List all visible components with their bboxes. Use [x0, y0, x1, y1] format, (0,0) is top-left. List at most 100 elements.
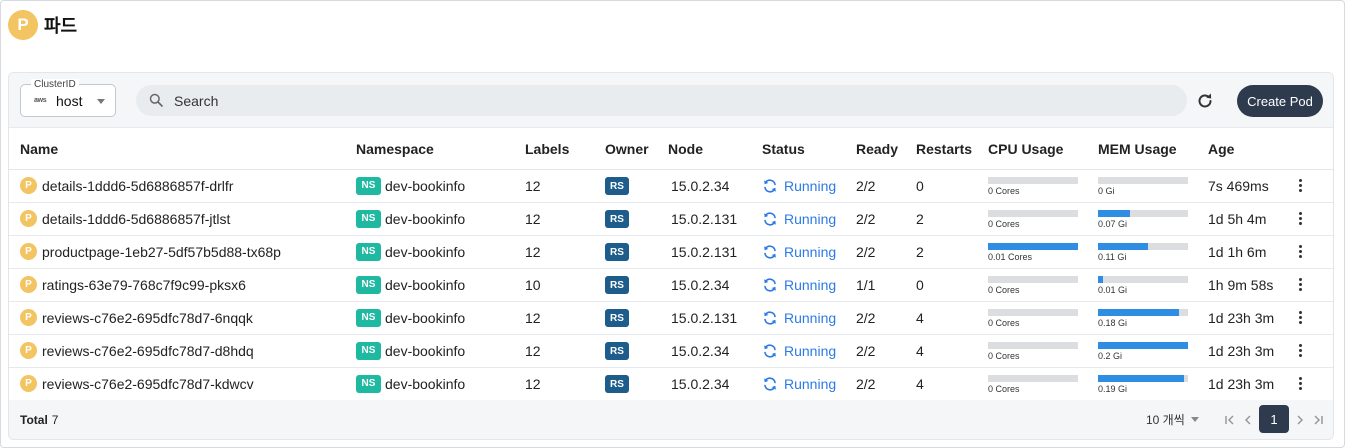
cell-owner: RS [605, 367, 668, 401]
pods-table: Name Namespace Labels Owner Node Status … [9, 129, 1333, 401]
more-options-icon[interactable] [1295, 344, 1305, 357]
replicaset-owner-badge[interactable]: RS [605, 309, 629, 328]
replicaset-owner-badge[interactable]: RS [605, 177, 629, 196]
table-row[interactable]: Previews-c76e2-695dfc78d7-d8hdq NS dev-boo… [9, 334, 1333, 368]
namespace-icon: NS [356, 308, 381, 327]
prev-page-button[interactable] [1241, 412, 1255, 428]
replicaset-owner-badge[interactable]: RS [605, 210, 629, 229]
pod-name-link[interactable]: ratings-63e79-768c7f9c99-pksx6 [42, 277, 246, 293]
page-header: P 파드 [8, 10, 77, 40]
mem-usage-bar [1098, 342, 1188, 349]
cluster-select[interactable]: ClusterID aws host [20, 79, 116, 117]
more-options-icon[interactable] [1295, 278, 1305, 291]
aws-icon: aws [34, 97, 47, 104]
create-pod-button[interactable]: Create Pod [1237, 85, 1323, 117]
namespace-link[interactable]: dev-bookinfo [385, 211, 465, 227]
more-options-icon[interactable] [1295, 245, 1305, 258]
cell-labels[interactable]: 12 [525, 334, 605, 368]
cell-cpu-usage: 0 Cores [988, 169, 1098, 203]
namespace-link[interactable]: dev-bookinfo [385, 277, 465, 293]
namespace-link[interactable]: dev-bookinfo [385, 178, 465, 194]
cpu-usage-label: 0 Cores [988, 351, 1020, 361]
cell-labels[interactable]: 12 [525, 235, 605, 269]
cell-labels[interactable]: 12 [525, 169, 605, 203]
cpu-usage: 0 Cores [988, 175, 1098, 196]
cell-owner: RS [605, 202, 668, 236]
cell-owner: RS [605, 301, 668, 335]
column-header-restarts[interactable]: Restarts [916, 129, 988, 170]
page-button-current[interactable]: 1 [1259, 405, 1289, 433]
cell-node[interactable]: 15.0.2.131 [668, 235, 762, 269]
more-options-icon[interactable] [1295, 212, 1305, 225]
replicaset-owner-badge[interactable]: RS [605, 375, 629, 394]
column-header-ready[interactable]: Ready [856, 129, 916, 170]
cell-age: 7s 469ms [1208, 169, 1295, 203]
cell-labels[interactable]: 12 [525, 202, 605, 236]
column-header-labels[interactable]: Labels [525, 129, 605, 170]
pod-name-link[interactable]: reviews-c76e2-695dfc78d7-d8hdq [42, 343, 254, 359]
replicaset-owner-badge[interactable]: RS [605, 243, 629, 262]
more-options-icon[interactable] [1295, 179, 1305, 192]
cell-node[interactable]: 15.0.2.131 [668, 301, 762, 335]
table-footer: Total 7 10 개씩 1 [9, 400, 1333, 439]
namespace-link[interactable]: dev-bookinfo [385, 244, 465, 260]
cell-name: Pdetails-1ddd6-5d6886857f-jtlst [9, 202, 356, 236]
namespace-link[interactable]: dev-bookinfo [385, 343, 465, 359]
replicaset-owner-badge[interactable]: RS [605, 276, 629, 295]
column-header-status[interactable]: Status [762, 129, 856, 170]
next-page-button[interactable] [1293, 412, 1307, 428]
cell-node[interactable]: 15.0.2.34 [668, 367, 762, 401]
cell-actions [1295, 334, 1333, 368]
cell-labels[interactable]: 10 [525, 268, 605, 302]
pod-name-link[interactable]: details-1ddd6-5d6886857f-jtlst [42, 211, 230, 227]
column-header-age[interactable]: Age [1208, 129, 1295, 170]
cpu-usage-label: 0 Cores [988, 285, 1020, 295]
chevron-right-icon [1297, 415, 1304, 425]
column-header-name[interactable]: Name [9, 129, 356, 170]
mem-usage-bar-fill [1098, 276, 1103, 283]
pod-name-link[interactable]: reviews-c76e2-695dfc78d7-6nqqk [42, 310, 253, 326]
table-row[interactable]: Pproductpage-1eb27-5df57b5d88-tx68p NS dev… [9, 235, 1333, 269]
first-page-button[interactable] [1223, 412, 1237, 428]
pod-name-link[interactable]: details-1ddd6-5d6886857f-drlfr [42, 178, 233, 194]
table-row[interactable]: Pratings-63e79-768c7f9c99-pksx6 NS dev-boo… [9, 268, 1333, 302]
search-box[interactable] [136, 85, 1187, 116]
last-page-button[interactable] [1311, 412, 1325, 428]
cell-name: Pdetails-1ddd6-5d6886857f-drlfr [9, 169, 356, 203]
cell-owner: RS [605, 235, 668, 269]
mem-usage-bar [1098, 177, 1188, 184]
more-options-icon[interactable] [1295, 377, 1305, 390]
namespace-link[interactable]: dev-bookinfo [385, 310, 465, 326]
search-input[interactable] [174, 85, 1174, 116]
table-row[interactable]: Previews-c76e2-695dfc78d7-6nqqk NS dev-boo… [9, 301, 1333, 335]
column-header-namespace[interactable]: Namespace [356, 129, 525, 170]
pod-name-link[interactable]: productpage-1eb27-5df57b5d88-tx68p [42, 244, 281, 260]
cell-status: Running [762, 202, 856, 236]
refresh-button[interactable] [1195, 91, 1215, 111]
pod-icon: P [20, 210, 37, 227]
cell-node[interactable]: 15.0.2.34 [668, 268, 762, 302]
column-header-mem-usage[interactable]: MEM Usage [1098, 129, 1208, 170]
table-row[interactable]: Pdetails-1ddd6-5d6886857f-jtlst NS dev-boo… [9, 202, 1333, 236]
more-options-icon[interactable] [1295, 311, 1305, 324]
sync-icon [762, 376, 778, 392]
rows-per-page-select[interactable]: 10 개씩 [1146, 411, 1199, 428]
column-header-owner[interactable]: Owner [605, 129, 668, 170]
cell-node[interactable]: 15.0.2.131 [668, 202, 762, 236]
table-row[interactable]: Pdetails-1ddd6-5d6886857f-drlfr NS dev-boo… [9, 169, 1333, 203]
replicaset-owner-badge[interactable]: RS [605, 342, 629, 361]
column-header-node[interactable]: Node [668, 129, 762, 170]
column-header-cpu-usage[interactable]: CPU Usage [988, 129, 1098, 170]
cell-cpu-usage: 0 Cores [988, 334, 1098, 368]
status-wrap: Running [762, 244, 856, 260]
cell-node[interactable]: 15.0.2.34 [668, 334, 762, 368]
cell-node[interactable]: 15.0.2.34 [668, 169, 762, 203]
pod-name-link[interactable]: reviews-c76e2-695dfc78d7-kdwcv [42, 376, 254, 392]
page-title: 파드 [44, 16, 78, 36]
chevron-down-icon [97, 99, 105, 104]
table-row[interactable]: Previews-c76e2-695dfc78d7-kdwcv NS dev-boo… [9, 367, 1333, 401]
namespace-link[interactable]: dev-bookinfo [385, 376, 465, 392]
cell-labels[interactable]: 12 [525, 367, 605, 401]
cell-labels[interactable]: 12 [525, 301, 605, 335]
cell-ready: 2/2 [856, 202, 916, 236]
